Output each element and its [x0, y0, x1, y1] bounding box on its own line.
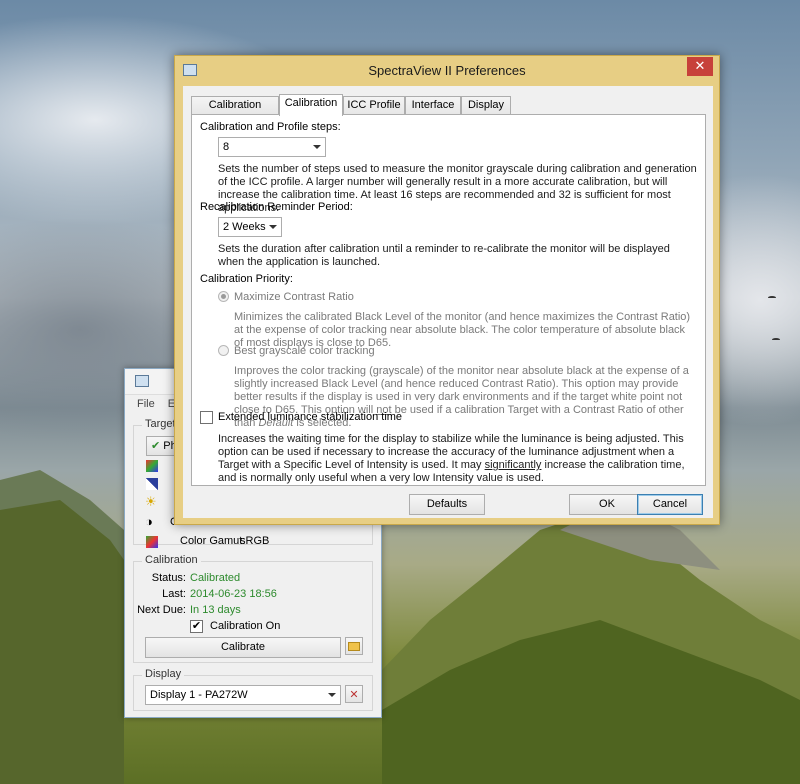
- calibration-panel: Calibration and Profile steps: 8 Sets th…: [191, 114, 706, 486]
- defaults-button[interactable]: Defaults: [409, 494, 485, 515]
- tab-interface[interactable]: Interface: [405, 96, 461, 115]
- app-icon: [135, 375, 149, 387]
- last-value: 2014-06-23 18:56: [190, 588, 277, 600]
- extended-stabilization-label: Extended luminance stabilization time: [218, 411, 403, 423]
- color-gamut-value: sRGB: [240, 535, 270, 547]
- calibration-on-check-glyph: ✔: [191, 620, 202, 632]
- dialog-titlebar: SpectraView II Preferences ✕: [175, 56, 719, 86]
- dialog-title: SpectraView II Preferences: [368, 63, 526, 78]
- close-button[interactable]: ✕: [687, 57, 713, 76]
- status-value: Calibrated: [190, 572, 241, 584]
- display-select[interactable]: Display 1 - PA272W: [145, 685, 341, 705]
- reminder-select-value: 2 Weeks: [223, 221, 266, 233]
- extended-stabilization-description: Increases the waiting time for the displ…: [218, 433, 700, 485]
- tab-calibration[interactable]: Calibration: [279, 94, 343, 116]
- menu-file[interactable]: File: [137, 398, 155, 410]
- sun-icon: ☀: [145, 494, 157, 509]
- tab-icc-profile[interactable]: ICC Profile: [343, 96, 405, 115]
- tools-icon: ✕: [349, 689, 359, 701]
- maximize-contrast-label: Maximize Contrast Ratio: [234, 291, 354, 303]
- gamut-icon: [146, 536, 158, 548]
- preferences-dialog: SpectraView II Preferences ✕ Calibration…: [174, 55, 720, 525]
- steps-select-value: 8: [223, 141, 230, 153]
- reminder-select[interactable]: 2 Weeks: [218, 217, 282, 237]
- color-triangle-icon: [146, 460, 158, 472]
- bird-2: [772, 338, 780, 341]
- next-due-value: In 13 days: [190, 604, 241, 616]
- tab-calibration-sensor[interactable]: Calibration Sensor: [191, 96, 279, 128]
- next-due-label: Next Due:: [137, 604, 186, 616]
- steps-select[interactable]: 8: [218, 137, 326, 157]
- gamma-icon: [146, 478, 158, 490]
- calibration-on-label: Calibration On: [210, 620, 281, 632]
- checkmark-icon: ✔: [151, 440, 161, 452]
- last-label: Last:: [162, 588, 186, 600]
- chevron-down-icon: [269, 225, 277, 229]
- grayscale-tracking-radio[interactable]: [218, 345, 229, 356]
- open-folder-button[interactable]: [345, 637, 363, 655]
- display-group-title: Display: [142, 668, 185, 680]
- calibration-group-title: Calibration: [142, 554, 201, 566]
- ok-button[interactable]: OK: [569, 494, 645, 515]
- dialog-body: Calibration Sensor Calibration ICC Profi…: [183, 86, 713, 518]
- display-settings-button[interactable]: ✕: [345, 685, 363, 703]
- close-icon: ✕: [694, 58, 706, 73]
- chevron-down-icon: [313, 145, 321, 149]
- cancel-button[interactable]: Cancel: [637, 494, 703, 515]
- color-gamut-label: Color Gamut:: [180, 535, 246, 547]
- steps-label: Calibration and Profile steps:: [200, 121, 341, 133]
- reminder-label: Recalibration Reminder Period:: [200, 201, 353, 213]
- reminder-description: Sets the duration after calibration unti…: [218, 243, 670, 268]
- priority-label: Calibration Priority:: [200, 273, 293, 285]
- chevron-down-icon: [328, 693, 336, 697]
- folder-icon: [348, 642, 360, 651]
- contrast-icon: ◑: [145, 514, 153, 529]
- calibrate-button[interactable]: Calibrate: [145, 637, 341, 658]
- extended-desc-significantly: significantly: [484, 459, 542, 471]
- tab-display[interactable]: Display: [461, 96, 511, 115]
- display-select-value: Display 1 - PA272W: [150, 689, 248, 701]
- radio-dot: [221, 294, 226, 299]
- grayscale-tracking-label: Best grayscale color tracking: [234, 345, 375, 357]
- extended-stabilization-checkbox[interactable]: [200, 411, 213, 424]
- calibration-on-checkbox[interactable]: ✔: [190, 620, 203, 633]
- bird-1: [768, 296, 776, 299]
- app-icon: [183, 64, 197, 76]
- maximize-contrast-radio[interactable]: [218, 291, 229, 302]
- status-label: Status:: [151, 572, 186, 584]
